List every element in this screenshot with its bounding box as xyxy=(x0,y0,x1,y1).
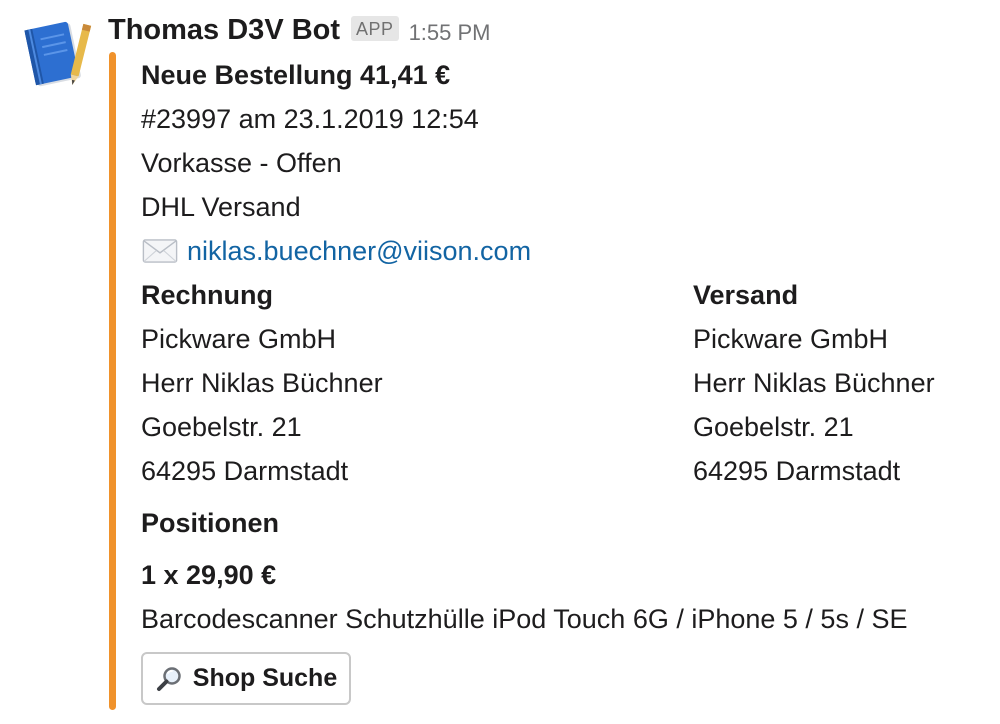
billing-line: Herr Niklas Büchner xyxy=(141,368,383,398)
payment-status: Vorkasse - Offen xyxy=(141,148,342,178)
shipping-address-line: 64295 Darmstadt xyxy=(693,456,901,486)
app-badge: APP xyxy=(351,15,399,41)
billing-line: Pickware GmbH xyxy=(141,324,337,354)
billing-heading: Rechnung xyxy=(141,280,273,310)
email-row: niklas.buechner@viison.com xyxy=(141,234,531,268)
magnifier-icon xyxy=(156,666,181,691)
shipping-address-line: Herr Niklas Büchner xyxy=(693,368,935,398)
message-timestamp[interactable]: 1:55 PM xyxy=(409,15,491,51)
shop-search-button[interactable]: Shop Suche xyxy=(141,652,351,705)
email-link[interactable]: niklas.buechner@viison.com xyxy=(187,236,531,266)
message-header: Thomas D3V Bot APP 1:55 PM xyxy=(108,12,491,48)
billing-line: Goebelstr. 21 xyxy=(141,412,302,442)
shop-search-label: Shop Suche xyxy=(192,664,338,692)
shipping-address-line: Pickware GmbH xyxy=(693,324,889,354)
bot-avatar[interactable] xyxy=(22,18,94,90)
slack-message: Thomas D3V Bot APP 1:55 PM Neue Bestellu… xyxy=(0,0,1000,724)
item-price: 1 x 29,90 € xyxy=(141,560,277,590)
sender-name[interactable]: Thomas D3V Bot xyxy=(108,12,340,48)
attachment-accent-bar xyxy=(109,52,116,710)
shipping-address-heading: Versand xyxy=(693,280,799,310)
billing-line: 64295 Darmstadt xyxy=(141,456,349,486)
notebook-icon xyxy=(24,21,92,87)
order-title: Neue Bestellung 41,41 € xyxy=(141,60,451,90)
item-name: Barcodescanner Schutzhülle iPod Touch 6G… xyxy=(141,604,908,634)
shipping-method: DHL Versand xyxy=(141,192,301,222)
positions-heading: Positionen xyxy=(141,508,280,538)
envelope-icon xyxy=(142,239,178,263)
shipping-address-line: Goebelstr. 21 xyxy=(693,412,854,442)
order-number-line: #23997 am 23.1.2019 12:54 xyxy=(141,104,479,134)
